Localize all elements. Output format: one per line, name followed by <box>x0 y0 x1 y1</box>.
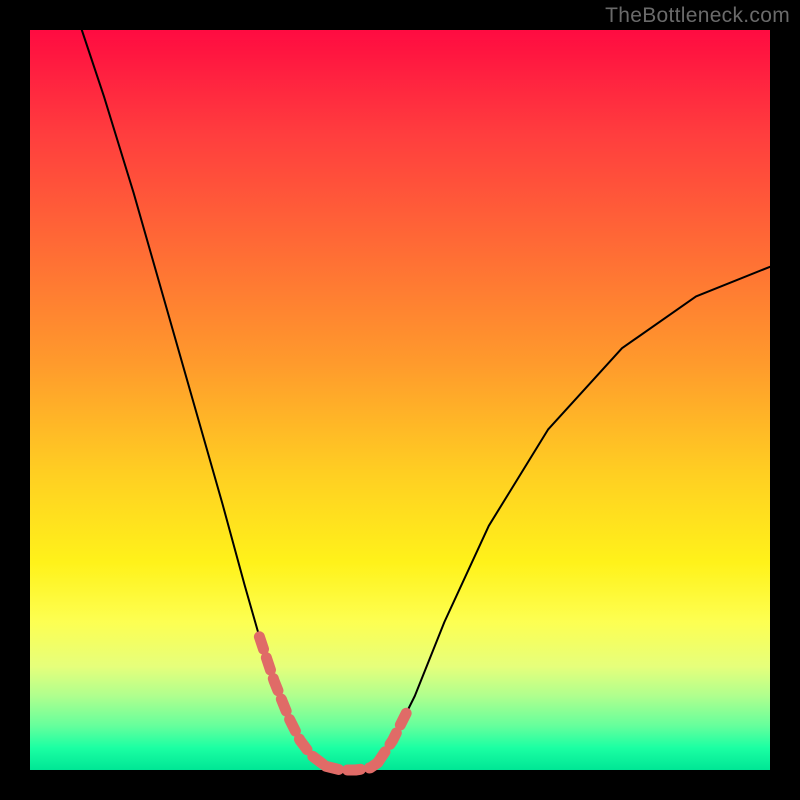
gradient-plot-area <box>30 30 770 770</box>
highlight-right-segment <box>378 711 408 763</box>
chart-stage: TheBottleneck.com <box>0 0 800 800</box>
curve-layer <box>30 30 770 770</box>
highlight-left-segment <box>259 637 326 767</box>
watermark-text: TheBottleneck.com <box>605 4 790 28</box>
highlight-valley-segment <box>326 763 378 770</box>
bottleneck-curve <box>82 30 770 770</box>
